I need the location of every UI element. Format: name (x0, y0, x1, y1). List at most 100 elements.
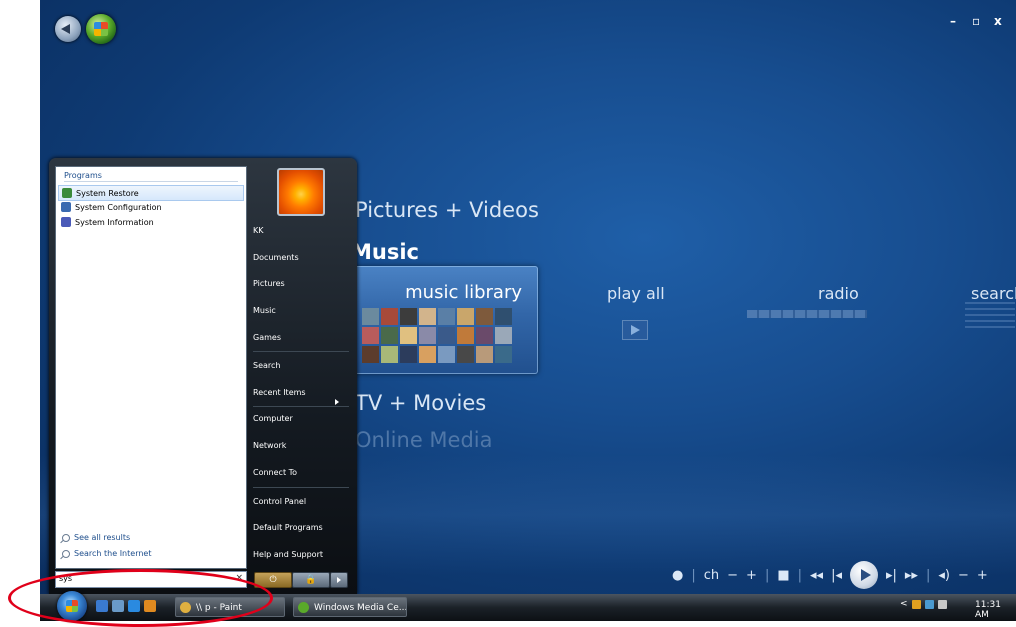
album-thumbnail (476, 308, 493, 325)
separator: | (925, 567, 931, 583)
program-system-restore[interactable]: System Restore (58, 185, 244, 201)
search-internet-link[interactable]: Search the Internet (62, 549, 151, 558)
pictures-link[interactable]: Pictures (253, 279, 349, 288)
see-all-results-link[interactable]: See all results (62, 533, 130, 542)
shutdown-options-button[interactable] (330, 572, 348, 588)
album-thumbnail (362, 308, 379, 325)
magnifier-icon (62, 549, 70, 558)
back-button[interactable] (55, 16, 81, 42)
album-thumbnail (381, 308, 398, 325)
divider (253, 487, 349, 488)
programs-header: Programs (64, 171, 102, 180)
album-thumbnail (495, 308, 512, 325)
sync-tray-icon[interactable] (924, 599, 934, 609)
taskbar-clock[interactable]: 11:31 AM (975, 600, 1016, 620)
music-library-tile[interactable]: music library (352, 266, 538, 374)
close-button[interactable]: x (994, 14, 1002, 28)
computer-link[interactable]: Computer (253, 414, 349, 423)
media-center-icon (298, 602, 309, 613)
separator: | (764, 567, 770, 583)
album-thumbnail (419, 346, 436, 363)
system-information-icon (61, 217, 71, 227)
radio-option[interactable]: radio (818, 284, 859, 303)
channel-up-button[interactable]: + (746, 568, 757, 583)
program-label: System Restore (76, 188, 139, 198)
program-system-configuration[interactable]: System Configuration (58, 200, 242, 214)
user-picture[interactable] (277, 168, 325, 216)
album-thumbnail (457, 308, 474, 325)
documents-link[interactable]: Documents (253, 253, 349, 262)
album-thumbnail (419, 308, 436, 325)
previous-button[interactable]: |◂ (831, 568, 842, 583)
search-link[interactable]: Search (253, 361, 349, 370)
music-link[interactable]: Music (253, 306, 349, 315)
control-panel-link[interactable]: Control Panel (253, 497, 349, 506)
divider (253, 351, 349, 352)
recent-items-link[interactable]: Recent Items (253, 388, 349, 397)
album-thumbnail (438, 327, 455, 344)
help-support-link[interactable]: Help and Support (253, 550, 349, 559)
play-all-option[interactable]: play all (607, 284, 665, 303)
magnifier-icon (62, 533, 70, 542)
album-thumbnail (457, 346, 474, 363)
lock-button[interactable]: 🔒 (292, 572, 330, 588)
fast-forward-button[interactable]: ▸▸ (905, 568, 918, 583)
search-results-pane: Programs System Restore System Configura… (55, 166, 247, 569)
album-thumbnail (438, 346, 455, 363)
tray-expand-button[interactable]: < (900, 599, 908, 609)
media-center-logo-button[interactable] (86, 14, 116, 44)
category-online-media[interactable]: Online Media (355, 428, 492, 452)
search-internet-label: Search the Internet (74, 549, 152, 558)
user-name-link[interactable]: KK (253, 226, 349, 235)
system-configuration-icon (61, 202, 71, 212)
play-button[interactable] (849, 561, 878, 589)
rewind-button[interactable]: ◂◂ (810, 568, 823, 583)
start-menu: Programs System Restore System Configura… (49, 158, 357, 595)
network-tray-icon[interactable] (911, 599, 921, 609)
volume-tray-icon[interactable] (937, 599, 947, 609)
record-button[interactable]: ● (672, 568, 683, 583)
taskbar-media-center-button[interactable]: Windows Media Ce... (293, 597, 407, 617)
submenu-arrow-icon (335, 399, 339, 405)
separator: | (797, 567, 803, 583)
program-label: System Configuration (75, 202, 162, 212)
highlight-ellipse (8, 569, 273, 627)
restore-button[interactable]: ▫ (972, 14, 980, 28)
divider (253, 406, 349, 407)
taskbar-media-center-label: Windows Media Ce... (314, 603, 407, 613)
search-option[interactable]: search (971, 284, 1016, 303)
program-label: System Information (75, 217, 154, 227)
connect-to-link[interactable]: Connect To (253, 468, 349, 477)
stop-button[interactable]: ■ (777, 568, 789, 583)
album-art-grid (362, 308, 512, 363)
program-system-information[interactable]: System Information (58, 215, 242, 229)
radio-signal-icon (747, 310, 867, 318)
volume-up-button[interactable]: + (977, 568, 988, 583)
network-link[interactable]: Network (253, 441, 349, 450)
search-lines-icon (965, 302, 1015, 330)
album-thumbnail (362, 327, 379, 344)
album-thumbnail (362, 346, 379, 363)
album-thumbnail (381, 346, 398, 363)
music-library-label: music library (405, 282, 522, 303)
next-button[interactable]: ▸| (886, 568, 897, 583)
default-programs-link[interactable]: Default Programs (253, 523, 349, 532)
games-link[interactable]: Games (253, 333, 349, 342)
album-thumbnail (495, 346, 512, 363)
channel-down-button[interactable]: − (727, 568, 738, 583)
system-restore-icon (62, 188, 72, 198)
category-music[interactable]: Music (351, 240, 419, 264)
album-thumbnail (495, 327, 512, 344)
notification-area: < (900, 599, 947, 609)
album-thumbnail (457, 327, 474, 344)
category-pictures-videos[interactable]: Pictures + Videos (355, 198, 539, 222)
divider (64, 181, 238, 182)
album-thumbnail (476, 327, 493, 344)
channel-label: ch (703, 567, 720, 583)
album-thumbnail (400, 308, 417, 325)
category-tv-movies[interactable]: TV + Movies (355, 391, 486, 415)
minimize-button[interactable]: – (950, 14, 956, 28)
album-thumbnail (400, 346, 417, 363)
volume-down-button[interactable]: − (958, 568, 969, 583)
mute-button[interactable]: ◂) (938, 568, 950, 583)
